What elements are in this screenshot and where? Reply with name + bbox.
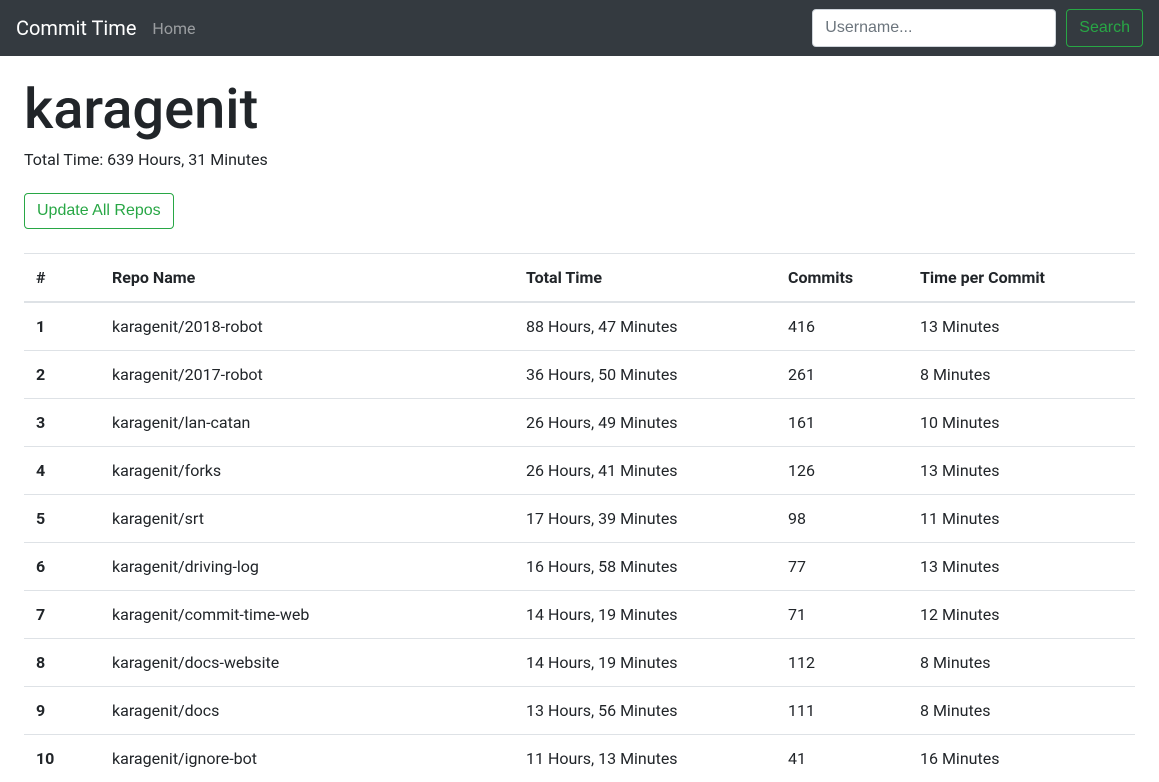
row-time: 17 Hours, 39 Minutes bbox=[514, 495, 776, 543]
row-commits: 112 bbox=[776, 639, 908, 687]
table-row: 1karagenit/2018-robot88 Hours, 47 Minute… bbox=[24, 302, 1135, 351]
search-button[interactable]: Search bbox=[1066, 9, 1143, 47]
row-tpc: 11 Minutes bbox=[908, 495, 1135, 543]
navbar-left: Commit Time Home bbox=[16, 11, 195, 45]
row-commits: 41 bbox=[776, 735, 908, 782]
update-all-repos-button[interactable]: Update All Repos bbox=[24, 193, 174, 229]
table-row: 6karagenit/driving-log16 Hours, 58 Minut… bbox=[24, 543, 1135, 591]
row-repo: karagenit/lan-catan bbox=[100, 399, 514, 447]
row-tpc: 10 Minutes bbox=[908, 399, 1135, 447]
row-commits: 111 bbox=[776, 687, 908, 735]
row-num: 3 bbox=[24, 399, 100, 447]
row-repo: karagenit/2018-robot bbox=[100, 302, 514, 351]
table-body: 1karagenit/2018-robot88 Hours, 47 Minute… bbox=[24, 302, 1135, 782]
row-repo: karagenit/docs-website bbox=[100, 639, 514, 687]
row-num: 1 bbox=[24, 302, 100, 351]
row-tpc: 13 Minutes bbox=[908, 302, 1135, 351]
row-repo: karagenit/ignore-bot bbox=[100, 735, 514, 782]
table-row: 5karagenit/srt17 Hours, 39 Minutes9811 M… bbox=[24, 495, 1135, 543]
row-commits: 71 bbox=[776, 591, 908, 639]
repos-table: # Repo Name Total Time Commits Time per … bbox=[24, 253, 1135, 782]
row-time: 26 Hours, 49 Minutes bbox=[514, 399, 776, 447]
row-commits: 98 bbox=[776, 495, 908, 543]
header-tpc: Time per Commit bbox=[908, 254, 1135, 303]
row-time: 16 Hours, 58 Minutes bbox=[514, 543, 776, 591]
row-tpc: 8 Minutes bbox=[908, 687, 1135, 735]
navbar-right: Search bbox=[812, 9, 1143, 47]
row-repo: karagenit/forks bbox=[100, 447, 514, 495]
row-num: 6 bbox=[24, 543, 100, 591]
row-commits: 126 bbox=[776, 447, 908, 495]
row-time: 14 Hours, 19 Minutes bbox=[514, 591, 776, 639]
table-row: 8karagenit/docs-website14 Hours, 19 Minu… bbox=[24, 639, 1135, 687]
table-row: 9karagenit/docs13 Hours, 56 Minutes1118 … bbox=[24, 687, 1135, 735]
navbar: Commit Time Home Search bbox=[0, 0, 1159, 56]
row-tpc: 12 Minutes bbox=[908, 591, 1135, 639]
row-time: 88 Hours, 47 Minutes bbox=[514, 302, 776, 351]
row-time: 14 Hours, 19 Minutes bbox=[514, 639, 776, 687]
table-row: 4karagenit/forks26 Hours, 41 Minutes1261… bbox=[24, 447, 1135, 495]
row-tpc: 8 Minutes bbox=[908, 351, 1135, 399]
row-tpc: 13 Minutes bbox=[908, 543, 1135, 591]
row-repo: karagenit/commit-time-web bbox=[100, 591, 514, 639]
row-num: 9 bbox=[24, 687, 100, 735]
total-time-label: Total Time: 639 Hours, 31 Minutes bbox=[24, 150, 1135, 169]
row-num: 4 bbox=[24, 447, 100, 495]
table-row: 3karagenit/lan-catan26 Hours, 49 Minutes… bbox=[24, 399, 1135, 447]
row-num: 7 bbox=[24, 591, 100, 639]
table-row: 2karagenit/2017-robot36 Hours, 50 Minute… bbox=[24, 351, 1135, 399]
row-commits: 261 bbox=[776, 351, 908, 399]
main-container: karagenit Total Time: 639 Hours, 31 Minu… bbox=[0, 76, 1159, 782]
page-title: karagenit bbox=[24, 76, 1135, 142]
row-commits: 161 bbox=[776, 399, 908, 447]
row-repo: karagenit/docs bbox=[100, 687, 514, 735]
row-commits: 77 bbox=[776, 543, 908, 591]
header-time: Total Time bbox=[514, 254, 776, 303]
search-input[interactable] bbox=[812, 9, 1056, 47]
nav-home-link[interactable]: Home bbox=[152, 19, 195, 38]
row-tpc: 16 Minutes bbox=[908, 735, 1135, 782]
header-num: # bbox=[24, 254, 100, 303]
row-num: 5 bbox=[24, 495, 100, 543]
row-time: 13 Hours, 56 Minutes bbox=[514, 687, 776, 735]
row-commits: 416 bbox=[776, 302, 908, 351]
table-row: 10karagenit/ignore-bot11 Hours, 13 Minut… bbox=[24, 735, 1135, 782]
row-time: 36 Hours, 50 Minutes bbox=[514, 351, 776, 399]
row-num: 2 bbox=[24, 351, 100, 399]
navbar-brand[interactable]: Commit Time bbox=[16, 11, 136, 45]
row-repo: karagenit/2017-robot bbox=[100, 351, 514, 399]
row-tpc: 8 Minutes bbox=[908, 639, 1135, 687]
row-repo: karagenit/driving-log bbox=[100, 543, 514, 591]
row-time: 26 Hours, 41 Minutes bbox=[514, 447, 776, 495]
header-commits: Commits bbox=[776, 254, 908, 303]
row-time: 11 Hours, 13 Minutes bbox=[514, 735, 776, 782]
row-num: 8 bbox=[24, 639, 100, 687]
table-row: 7karagenit/commit-time-web14 Hours, 19 M… bbox=[24, 591, 1135, 639]
row-tpc: 13 Minutes bbox=[908, 447, 1135, 495]
row-num: 10 bbox=[24, 735, 100, 782]
table-header: # Repo Name Total Time Commits Time per … bbox=[24, 254, 1135, 303]
header-repo: Repo Name bbox=[100, 254, 514, 303]
row-repo: karagenit/srt bbox=[100, 495, 514, 543]
